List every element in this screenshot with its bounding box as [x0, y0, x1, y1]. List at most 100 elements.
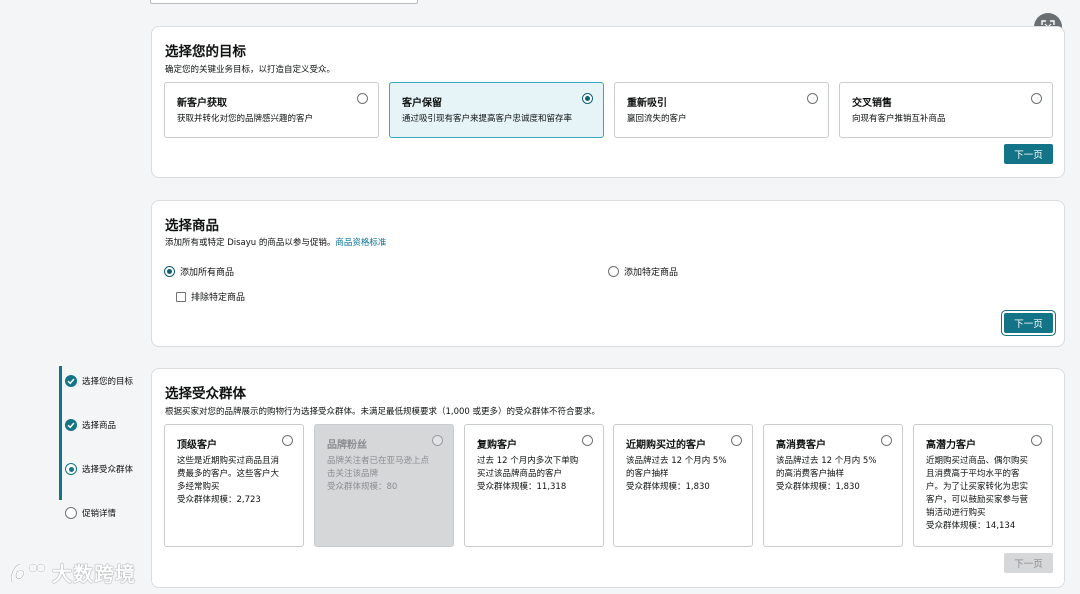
- step-products[interactable]: 选择商品: [65, 419, 116, 431]
- option-radio[interactable]: [807, 93, 818, 104]
- option-title: 交叉销售: [852, 98, 892, 109]
- audience-option-top-customers[interactable]: 顶级客户这些是近期购买过商品且消 费最多的客户。这些客户大 多经常购买受众群体规模：…: [164, 424, 304, 547]
- option-desc-line: 该品牌过去 12 个月内 5%: [626, 456, 727, 466]
- option-desc-line: 这些是近期购买过商品且消: [177, 456, 280, 466]
- option-desc-line: 且消费高于平均水平的客: [926, 469, 1020, 479]
- add-all-label: 添加所有商品: [180, 268, 235, 278]
- products-title: 选择商品: [165, 218, 219, 234]
- step-label: 选择商品: [82, 421, 117, 431]
- option-radio: [432, 435, 443, 446]
- watermark-logo-icon: [10, 562, 46, 582]
- goal-option-crosssell[interactable]: 交叉销售 向现有客户推销互补商品: [839, 82, 1053, 138]
- goal-subtitle: 确定您的关键业务目标，以打造自定义受众。: [165, 65, 336, 75]
- option-desc-line: 多经常购买: [177, 482, 220, 492]
- option-radio[interactable]: [582, 435, 593, 446]
- option-desc-line: 客户，可以鼓励买家参与营: [926, 495, 1029, 505]
- radio-dot: [164, 266, 175, 277]
- search-input[interactable]: [150, 0, 418, 4]
- current-step-icon: [65, 463, 77, 475]
- audience-subtitle: 根据买家对您的品牌展示的购物行为选择受众群体。未满足最低规模要求（1,000 或…: [165, 407, 601, 417]
- option-desc-line: 击关注该品牌: [327, 469, 379, 479]
- goal-option-acquisition[interactable]: 新客户获取 获取并转化对您的品牌感兴趣的客户: [164, 82, 379, 138]
- option-radio[interactable]: [357, 93, 368, 104]
- audience-option-repeat-customers[interactable]: 复购客户过去 12 个月内多次下单购 买过该品牌商品的客户 受众群体规模：11,31…: [464, 424, 604, 547]
- audience-option-high-spend[interactable]: 高消费客户 该品牌过去 12 个月内 5% 的高消费客户抽样 受众群体规模：1,830: [763, 424, 903, 547]
- step-details[interactable]: 促销详情: [65, 507, 116, 519]
- watermark: 大数跨境: [8, 558, 136, 587]
- goal-option-retention[interactable]: 客户保留 通过吸引现有客户来提高客户忠诚度和留存率: [389, 82, 604, 138]
- audience-option-recent-buyers[interactable]: 近期购买过的客户该品牌过去 12 个月内 5% 的客户抽样受众群体规模：1,830: [613, 424, 753, 547]
- goal-title: 选择您的目标: [165, 44, 246, 60]
- option-radio[interactable]: [282, 435, 293, 446]
- products-subtitle: 添加所有或特定 Disayu 的商品以参与促销。商品资格标准: [165, 236, 386, 248]
- audience-size: 受众群体规模：14,134: [926, 521, 1016, 531]
- step-goal[interactable]: 选择您的目标: [65, 375, 133, 387]
- step-label: 选择您的目标: [82, 377, 134, 387]
- option-desc: 赢回流失的客户: [627, 114, 687, 124]
- audience-next-button[interactable]: 下一页: [1004, 553, 1053, 573]
- audience-card: 选择受众群体 根据买家对您的品牌展示的购物行为选择受众群体。未满足最低规模要求（…: [151, 368, 1065, 588]
- option-desc: 过去 12 个月内多次下单购 买过该品牌商品的客户 受众群体规模：11,318: [477, 455, 578, 494]
- option-desc: 获取并转化对您的品牌感兴趣的客户: [177, 114, 314, 124]
- step-label: 选择受众群体: [82, 465, 134, 475]
- goal-card: 选择您的目标 确定您的关键业务目标，以打造自定义受众。 新客户获取 获取并转化对…: [151, 26, 1065, 178]
- option-desc-line: 买过该品牌商品的客户: [477, 469, 563, 479]
- option-desc-line: 销活动进行购买: [926, 508, 986, 518]
- audience-size: 受众群体规模：1,830: [776, 482, 860, 492]
- option-radio[interactable]: [582, 93, 593, 104]
- steps-bar: [59, 366, 62, 500]
- pending-step-icon: [65, 507, 77, 519]
- check-icon: [65, 375, 77, 387]
- audience-option-brand-fans: 品牌粉丝品牌关注者已在亚马逊上点 击关注该品牌受众群体规模：80: [314, 424, 454, 547]
- audience-size: 受众群体规模：11,318: [477, 482, 567, 492]
- add-all-products-radio[interactable]: 添加所有商品: [164, 265, 234, 278]
- check-icon: [65, 419, 77, 431]
- checkbox-box: [176, 291, 186, 302]
- option-desc-line: 费最多的客户。这些客户大: [177, 469, 280, 479]
- add-specific-products-radio[interactable]: 添加特定商品: [608, 265, 678, 278]
- option-desc: 近期购买过商品、偶尔购买 且消费高于平均水平的客 户。为了让买家转化为忠实 客户，可以…: [926, 455, 1028, 533]
- option-title: 品牌粉丝: [327, 440, 367, 451]
- progress-steps: 选择您的目标 选择商品 选择受众群体 促销详情: [59, 366, 149, 519]
- audience-title: 选择受众群体: [165, 386, 246, 402]
- products-subtitle-text: 添加所有或特定 Disayu 的商品以参与促销。: [165, 238, 336, 248]
- option-title: 客户保留: [402, 98, 442, 109]
- option-title: 顶级客户: [177, 440, 217, 451]
- option-desc-line: 过去 12 个月内多次下单购: [477, 456, 579, 466]
- step-audience[interactable]: 选择受众群体: [65, 463, 133, 475]
- option-desc-line: 户。为了让买家转化为忠实: [926, 482, 1029, 492]
- exclude-products-checkbox[interactable]: 排除特定商品: [176, 290, 245, 303]
- radio-dot: [608, 266, 619, 277]
- option-desc-line: 该品牌过去 12 个月内 5%: [776, 456, 877, 466]
- goal-option-reengage[interactable]: 重新吸引 赢回流失的客户: [614, 82, 829, 138]
- option-radio[interactable]: [731, 435, 742, 446]
- eligibility-link[interactable]: 商品资格标准: [335, 238, 386, 248]
- option-desc: 向现有客户推销互补商品: [852, 114, 946, 124]
- option-title: 高潜力客户: [926, 440, 976, 451]
- option-title: 新客户获取: [177, 98, 227, 109]
- audience-option-high-potential[interactable]: 高潜力客户近期购买过商品、偶尔购买 且消费高于平均水平的客 户。为了让买家转化为忠实…: [913, 424, 1053, 547]
- exclude-label: 排除特定商品: [191, 293, 246, 303]
- option-title: 近期购买过的客户: [626, 440, 706, 451]
- audience-size: 受众群体规模：80: [327, 482, 398, 492]
- option-desc: 品牌关注者已在亚马逊上点 击关注该品牌受众群体规模：80: [327, 455, 429, 494]
- option-radio[interactable]: [1031, 93, 1042, 104]
- goal-next-button[interactable]: 下一页: [1004, 144, 1053, 164]
- products-card: 选择商品 添加所有或特定 Disayu 的商品以参与促销。商品资格标准 添加所有…: [151, 200, 1065, 347]
- option-radio[interactable]: [881, 435, 892, 446]
- option-desc-line: 近期购买过商品、偶尔购买: [926, 456, 1029, 466]
- option-desc: 该品牌过去 12 个月内 5% 的客户抽样受众群体规模：1,830: [626, 455, 726, 494]
- option-radio[interactable]: [1031, 435, 1042, 446]
- option-desc: 这些是近期购买过商品且消 费最多的客户。这些客户大 多经常购买受众群体规模：2,72…: [177, 455, 279, 507]
- audience-size: 受众群体规模：2,723: [177, 495, 261, 505]
- option-title: 复购客户: [477, 440, 517, 451]
- watermark-text: 大数跨境: [52, 562, 136, 586]
- option-title: 重新吸引: [627, 98, 667, 109]
- option-desc-line: 品牌关注者已在亚马逊上点: [327, 456, 430, 466]
- audience-size: 受众群体规模：1,830: [626, 482, 710, 492]
- products-next-button[interactable]: 下一页: [1004, 313, 1053, 333]
- step-label: 促销详情: [82, 509, 117, 519]
- option-desc-line: 的客户抽样: [626, 469, 669, 479]
- option-desc: 通过吸引现有客户来提高客户忠诚度和留存率: [402, 114, 573, 124]
- option-desc: 该品牌过去 12 个月内 5% 的高消费客户抽样 受众群体规模：1,830: [776, 455, 876, 494]
